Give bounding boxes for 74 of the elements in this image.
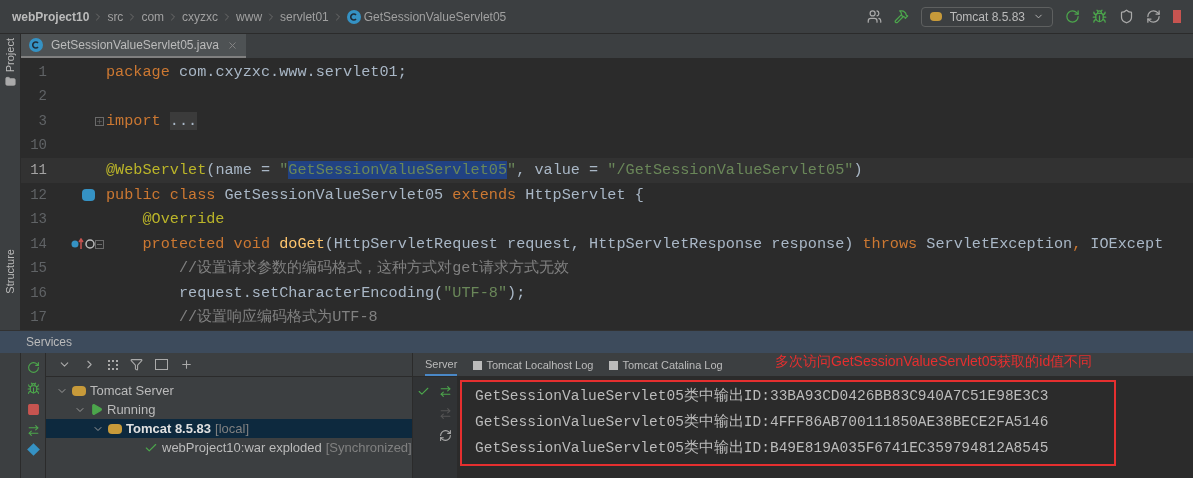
tree-note: [Synchronized] xyxy=(325,438,412,457)
console-tab[interactable]: Tomcat Localhost Log xyxy=(473,354,594,376)
bug-icon[interactable] xyxy=(1092,9,1107,24)
breadcrumb-item[interactable]: webProject10 xyxy=(12,7,90,26)
line-number: 3 xyxy=(37,111,47,131)
console-tab[interactable]: Tomcat Catalina Log xyxy=(609,354,723,376)
console-line: GetSessionValueServlet05类中输出ID:4FFF86AB700111850AE38BECE2FA5146 xyxy=(475,412,1050,433)
code-line: //设置请求参数的编码格式，这种方式对get请求方式无效 xyxy=(177,258,570,280)
code-line: @Override xyxy=(141,209,225,231)
filter-icon[interactable] xyxy=(130,358,143,371)
bug-icon[interactable] xyxy=(26,382,40,395)
line-number: 13 xyxy=(29,210,47,230)
breadcrumb-item[interactable]: www xyxy=(236,7,263,26)
check-icon xyxy=(416,385,430,398)
rerun-icon[interactable] xyxy=(26,361,40,374)
hammer-icon[interactable] xyxy=(893,9,909,24)
code-line: package com.cxyzxc.www.servlet01; xyxy=(106,61,407,83)
run-config-dropdown[interactable]: Tomcat 8.5.83 xyxy=(920,6,1053,27)
tree-item[interactable]: Tomcat Server xyxy=(46,381,412,400)
breadcrumb-item[interactable]: cxyzxc xyxy=(182,7,219,26)
tree-note: [local] xyxy=(215,419,249,438)
tree-label: Tomcat 8.5.83 xyxy=(126,419,212,438)
line-number: 12 xyxy=(29,185,47,205)
console-line: GetSessionValueServlet05类中输出ID:B49E819A035F6741EC359794812A8545 xyxy=(475,438,1050,458)
panel-title: Services xyxy=(26,334,72,351)
group-icon[interactable] xyxy=(108,359,118,370)
line-number: 11 xyxy=(29,160,47,180)
class-icon xyxy=(346,9,361,24)
breadcrumb-item[interactable]: src xyxy=(107,7,124,26)
tree-label: Tomcat Server xyxy=(90,381,174,400)
line-number: 15 xyxy=(29,259,47,279)
tree-label: Running xyxy=(107,400,156,419)
annotation-text: 多次访问GetSessionValueServlet05获取的id值不同 xyxy=(775,352,1093,371)
window-icon[interactable] xyxy=(155,359,168,370)
line-number: 1 xyxy=(37,62,47,82)
console-icon xyxy=(473,360,483,370)
tree-item[interactable]: Running xyxy=(46,400,412,419)
code-line: protected void doGet(HttpServletRequest request, HttpServletResponse response) throws ServletException, IOExcept xyxy=(141,233,1164,255)
breadcrumb-item[interactable]: servlet01 xyxy=(280,7,329,26)
add-icon[interactable] xyxy=(180,358,193,371)
breadcrumb-item[interactable]: com xyxy=(141,7,165,26)
close-icon[interactable] xyxy=(226,39,238,51)
code-line: @WebServlet(name = "GetSessionValueServlet05", value = "/GetSessionValueServlet05") xyxy=(106,160,863,182)
console-icon xyxy=(609,360,619,370)
refresh-icon[interactable] xyxy=(438,429,452,442)
code-line: //设置响应编码格式为UTF-8 xyxy=(177,307,378,329)
fold-icon[interactable] xyxy=(95,239,104,249)
override-icon[interactable] xyxy=(71,238,95,251)
rerun-icon[interactable] xyxy=(1065,9,1080,24)
console-line: GetSessionValueServlet05类中输出ID:33BA93CD0426BB83C940A7C51E98E3C3 xyxy=(475,386,1050,407)
tree-item[interactable]: webProject10:war exploded [Synchronized] xyxy=(46,438,412,457)
class-icon xyxy=(29,38,43,52)
line-number: 10 xyxy=(29,136,47,156)
code-line: import ... xyxy=(106,110,198,132)
side-tool-tab[interactable]: Structure xyxy=(1,249,19,294)
code-line: public class GetSessionValueServlet05 extends HttpServlet { xyxy=(106,184,644,206)
folder-icon xyxy=(4,76,16,88)
deploy-icon[interactable] xyxy=(26,424,40,437)
line-number: 16 xyxy=(29,283,47,303)
fold-icon[interactable] xyxy=(95,116,104,126)
code-line: request.setCharacterEncoding("UTF-8"); xyxy=(177,282,526,304)
breadcrumb-item[interactable]: GetSessionValueServlet05 xyxy=(363,7,507,26)
deploy-icon[interactable] xyxy=(438,385,452,398)
people-icon[interactable] xyxy=(866,9,882,24)
stop-icon[interactable] xyxy=(26,403,40,416)
tree-label: webProject10:war exploded xyxy=(162,438,322,457)
tree-item[interactable]: Tomcat 8.5.83 [local] xyxy=(46,419,412,438)
line-number: 14 xyxy=(29,234,47,254)
side-tool-tab[interactable]: Project xyxy=(1,38,19,73)
line-number: 17 xyxy=(29,308,47,328)
line-number: 2 xyxy=(37,87,47,107)
play-icon xyxy=(90,403,103,416)
shield-icon[interactable] xyxy=(1119,9,1134,24)
editor-tab[interactable]: GetSessionValueServlet05.java xyxy=(21,34,246,58)
